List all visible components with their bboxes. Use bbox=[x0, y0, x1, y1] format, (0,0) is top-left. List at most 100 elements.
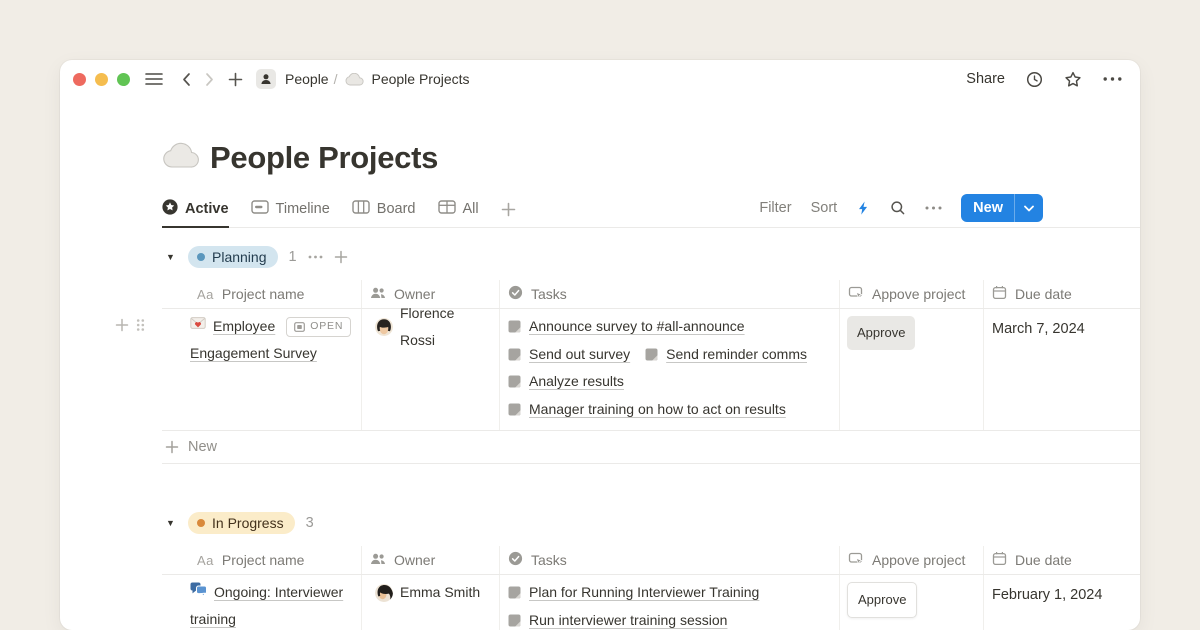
column-header-due-date[interactable]: Due date bbox=[984, 280, 1140, 308]
task-link[interactable]: Manager training on how to act on result… bbox=[508, 396, 786, 423]
table-row: Employee OPEN Engagement Survey Florence… bbox=[162, 309, 1140, 431]
column-header-project-name[interactable]: Aa Project name bbox=[162, 546, 362, 574]
owner-cell[interactable]: Florence Rossi bbox=[362, 309, 500, 430]
view-more-icon[interactable] bbox=[925, 206, 942, 210]
breadcrumb-root[interactable]: People bbox=[285, 71, 329, 87]
tasks-cell: Plan for Running Interviewer Training Ru… bbox=[500, 575, 840, 630]
forward-icon[interactable] bbox=[203, 72, 216, 87]
approve-cell: Approve bbox=[840, 575, 984, 630]
new-page-icon[interactable] bbox=[228, 72, 243, 87]
table-header: Aa Project name Owner Tasks bbox=[162, 546, 1140, 575]
group-more-icon[interactable] bbox=[308, 255, 323, 259]
column-header-approve-project[interactable]: Appove project bbox=[840, 546, 984, 574]
new-button[interactable]: New bbox=[961, 194, 1043, 222]
calendar-icon bbox=[992, 285, 1007, 303]
close-window-button[interactable] bbox=[73, 73, 86, 86]
table-row: Ongoing: Interviewer training Emma Smith bbox=[162, 575, 1140, 630]
table-header: Aa Project name Owner Tasks bbox=[162, 280, 1140, 309]
share-button[interactable]: Share bbox=[966, 71, 1005, 87]
zoom-window-button[interactable] bbox=[117, 73, 130, 86]
owner-name[interactable]: Florence Rossi bbox=[400, 300, 491, 354]
page-icon bbox=[508, 586, 521, 599]
tab-board[interactable]: Board bbox=[352, 199, 416, 228]
task-link[interactable]: Plan for Running Interviewer Training bbox=[508, 579, 759, 606]
column-header-project-name[interactable]: Aa Project name bbox=[162, 280, 362, 308]
button-click-icon bbox=[848, 551, 864, 569]
approve-cell: Approve bbox=[840, 309, 984, 430]
avatar bbox=[375, 318, 393, 336]
task-link[interactable]: Send reminder comms bbox=[645, 341, 807, 368]
sidebar-menu-icon[interactable] bbox=[145, 72, 163, 86]
cloud-page-icon[interactable] bbox=[162, 142, 199, 174]
automation-bolt-icon[interactable] bbox=[856, 200, 871, 216]
collapse-toggle-icon[interactable]: ▼ bbox=[164, 518, 177, 528]
breadcrumb-current[interactable]: People Projects bbox=[371, 71, 469, 87]
page-icon bbox=[508, 320, 521, 333]
people-database-icon[interactable] bbox=[256, 69, 276, 89]
text-type-icon: Aa bbox=[197, 553, 214, 568]
column-header-approve-project[interactable]: Appove project bbox=[840, 280, 984, 308]
view-bar: Active Timeline Board bbox=[162, 196, 1140, 228]
owner-cell[interactable]: Emma Smith bbox=[362, 575, 500, 630]
plus-icon bbox=[165, 440, 179, 454]
task-link[interactable]: Run interviewer training session bbox=[508, 607, 727, 630]
status-badge[interactable]: Planning bbox=[188, 246, 278, 268]
search-icon[interactable] bbox=[890, 200, 906, 216]
group-count: 3 bbox=[306, 515, 314, 531]
page-icon bbox=[508, 614, 521, 627]
tab-timeline[interactable]: Timeline bbox=[251, 199, 330, 228]
project-title-text[interactable]: Employee bbox=[213, 313, 275, 340]
column-header-tasks[interactable]: Tasks bbox=[500, 280, 840, 308]
page-title-text[interactable]: People Projects bbox=[210, 140, 438, 176]
due-date-cell[interactable]: February 1, 2024 bbox=[984, 575, 1140, 630]
owner-name[interactable]: Emma Smith bbox=[400, 579, 480, 606]
column-header-due-date[interactable]: Due date bbox=[984, 546, 1140, 574]
approve-button[interactable]: Approve bbox=[847, 582, 917, 618]
task-link[interactable]: Analyze results bbox=[508, 368, 624, 395]
drag-handle-icon[interactable] bbox=[136, 318, 145, 337]
page-title: People Projects bbox=[162, 140, 1140, 176]
cloud-icon bbox=[345, 73, 364, 86]
group-in-progress: ▼ In Progress 3 Aa Project name Owner bbox=[162, 508, 1140, 630]
project-title-cell[interactable]: Employee OPEN Engagement Survey bbox=[162, 309, 362, 430]
person-multiple-icon bbox=[370, 286, 386, 303]
sort-button[interactable]: Sort bbox=[811, 200, 838, 216]
project-title-cell[interactable]: Ongoing: Interviewer training bbox=[162, 575, 362, 630]
chevron-down-icon[interactable] bbox=[1014, 194, 1043, 222]
clock-history-icon[interactable] bbox=[1026, 71, 1043, 88]
open-button[interactable]: OPEN bbox=[286, 317, 351, 337]
avatar bbox=[375, 584, 393, 602]
status-badge[interactable]: In Progress bbox=[188, 512, 295, 534]
group-count: 1 bbox=[289, 249, 297, 265]
check-circle-icon bbox=[508, 285, 523, 303]
project-title-text[interactable]: Ongoing: Interviewer bbox=[214, 579, 343, 606]
table-view-icon bbox=[438, 199, 456, 219]
group-add-icon[interactable] bbox=[334, 250, 348, 264]
open-peek-icon bbox=[294, 322, 305, 332]
calendar-icon bbox=[992, 551, 1007, 569]
minimize-window-button[interactable] bbox=[95, 73, 108, 86]
row-add-icon[interactable] bbox=[115, 318, 129, 337]
collapse-toggle-icon[interactable]: ▼ bbox=[164, 252, 177, 262]
add-view-icon[interactable] bbox=[501, 199, 516, 228]
new-row-button[interactable]: New bbox=[162, 431, 1140, 464]
tab-all[interactable]: All bbox=[438, 199, 479, 228]
filter-button[interactable]: Filter bbox=[759, 200, 791, 216]
column-header-owner[interactable]: Owner bbox=[362, 546, 500, 574]
task-link[interactable]: Announce survey to #all-announce bbox=[508, 313, 745, 340]
back-icon[interactable] bbox=[180, 72, 193, 87]
group-header-in-progress: ▼ In Progress 3 bbox=[164, 508, 1140, 538]
task-link[interactable]: Send out survey bbox=[508, 341, 630, 368]
due-date-cell[interactable]: March 7, 2024 bbox=[984, 309, 1140, 430]
row-hover-controls bbox=[115, 318, 145, 337]
tasks-cell: Announce survey to #all-announce Send ou… bbox=[500, 309, 840, 430]
column-header-tasks[interactable]: Tasks bbox=[500, 546, 840, 574]
timeline-view-icon bbox=[251, 199, 269, 219]
tab-active[interactable]: Active bbox=[162, 199, 229, 228]
check-circle-icon bbox=[508, 551, 523, 569]
page-icon bbox=[508, 375, 521, 388]
approve-button[interactable]: Approve bbox=[847, 316, 915, 350]
more-options-icon[interactable] bbox=[1103, 77, 1122, 81]
star-circle-icon bbox=[162, 199, 178, 219]
favorite-star-icon[interactable] bbox=[1064, 71, 1082, 88]
